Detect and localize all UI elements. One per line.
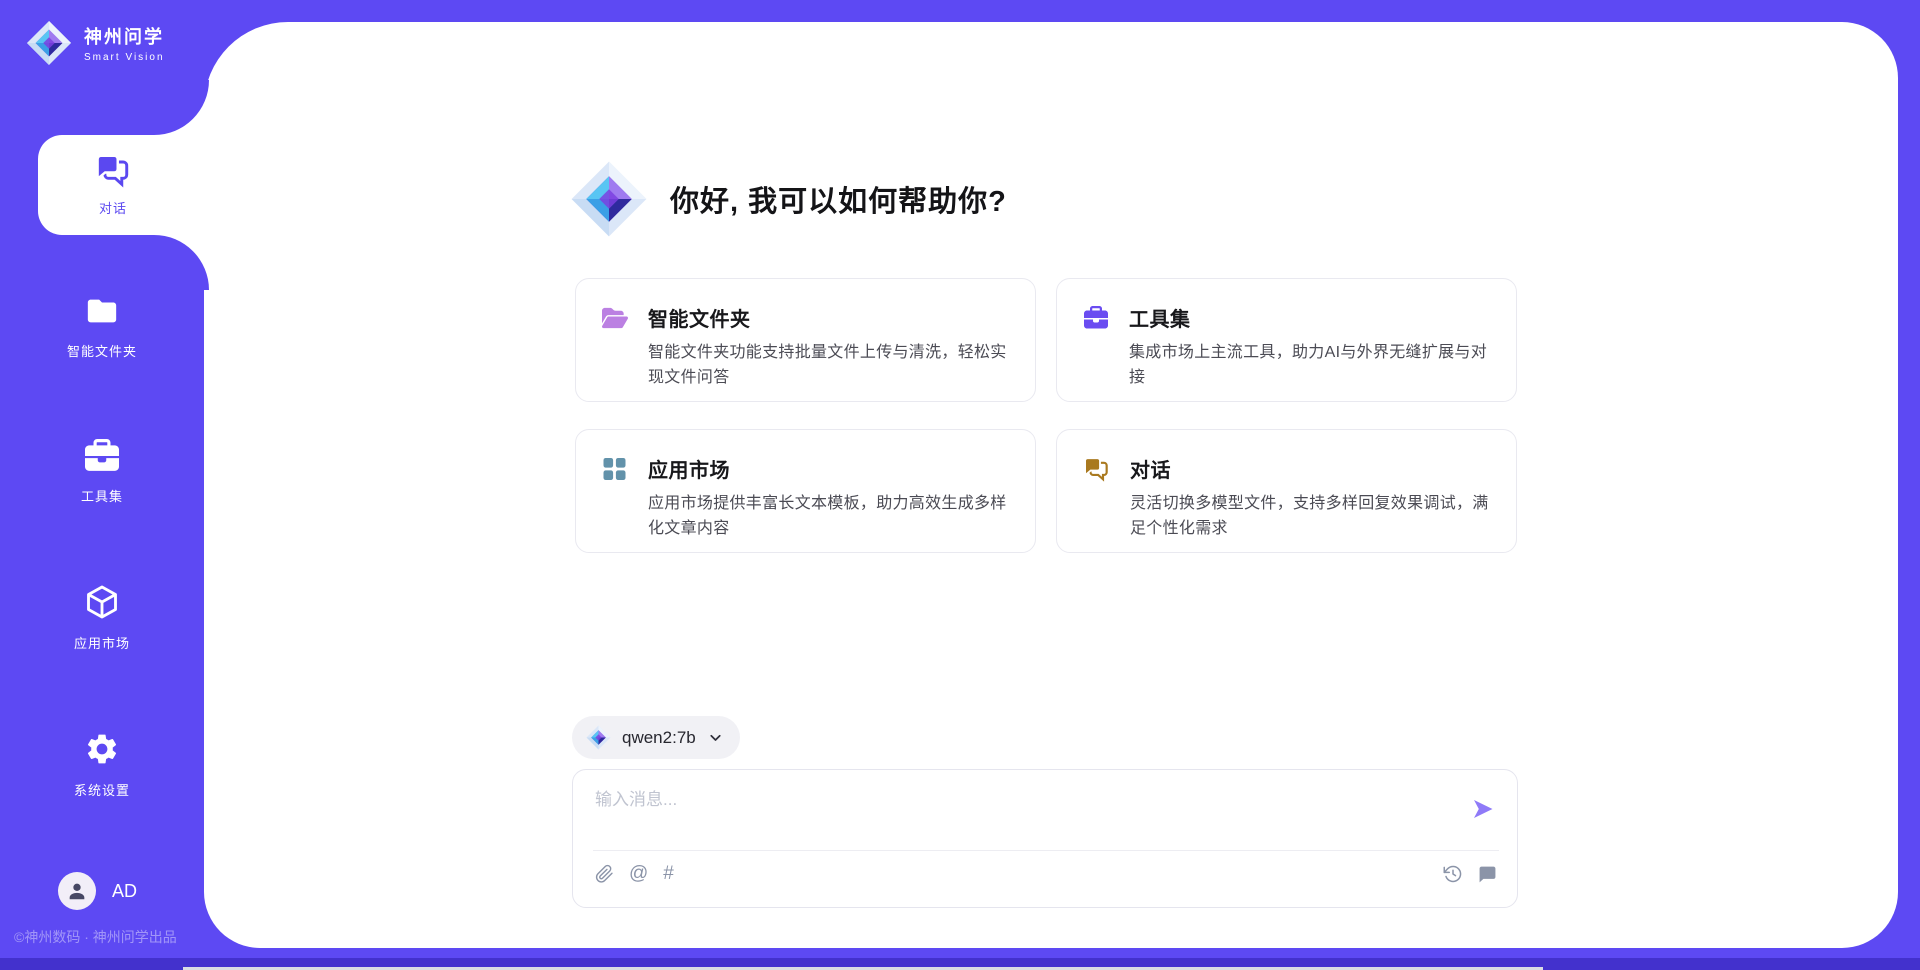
card-title: 应用市场 [648,454,1009,483]
card-chat[interactable]: 对话 灵活切换多模型文件，支持多样回复效果调试，满足个性化需求 [1056,429,1517,553]
chat-bubbles-icon [1083,457,1110,528]
logo-diamond-icon [586,725,611,750]
sidebar-item-settings[interactable]: 系统设置 [0,731,204,799]
folder-open-icon [602,306,628,377]
card-description: 集成市场上主流工具，助力AI与外界无缝扩展与对接 [1129,341,1490,391]
sidebar-item-app-market[interactable]: 应用市场 [0,584,204,652]
chevron-down-icon [707,729,724,746]
briefcase-icon [1083,306,1109,377]
card-title: 对话 [1130,454,1490,483]
toolbox-icon [84,439,120,473]
card-title: 智能文件夹 [648,303,1009,332]
attach-icon[interactable] [595,864,614,884]
brand-logo: 神州问学 Smart Vision [26,20,165,66]
sidebar-item-chat[interactable]: 对话 [28,135,198,235]
user-initials: AD [112,881,137,902]
brand-name: 神州问学 [84,23,165,49]
chat-bubbles-icon [95,154,131,188]
sidebar-item-label: 智能文件夹 [67,341,137,360]
avatar [58,872,96,910]
sidebar-item-label: 对话 [99,198,127,217]
card-smart-folder[interactable]: 智能文件夹 智能文件夹功能支持批量文件上传与清洗，轻松实现文件问答 [575,278,1036,402]
copyright-footer: ©神州数码 · 神州问学出品 [14,927,177,947]
card-toolset[interactable]: 工具集 集成市场上主流工具，助力AI与外界无缝扩展与对接 [1056,278,1517,402]
sidebar-item-label: 应用市场 [74,633,130,652]
composer-divider [593,850,1499,851]
card-description: 灵活切换多模型文件，支持多样回复效果调试，满足个性化需求 [1130,492,1490,542]
sidebar-item-smart-folder[interactable]: 智能文件夹 [0,294,204,360]
model-name: qwen2:7b [622,728,696,748]
gear-icon [83,731,121,767]
sidebar-item-label: 系统设置 [74,780,130,799]
person-icon [66,880,88,902]
card-title: 工具集 [1129,303,1490,332]
send-icon[interactable] [1471,797,1495,821]
greeting-block: 你好, 我可以如何帮助你? [570,160,1007,238]
brand-subtitle: Smart Vision [84,52,165,63]
message-input[interactable] [595,785,1455,843]
sidebar-item-toolset[interactable]: 工具集 [0,439,204,505]
folder-icon [84,294,120,328]
sidebar-item-label: 工具集 [81,486,123,505]
model-selector[interactable]: qwen2:7b [572,716,740,759]
greeting-heading: 你好, 我可以如何帮助你? [670,178,1007,220]
message-composer: @ # [572,769,1518,908]
topic-icon[interactable]: # [663,863,674,885]
composer-toolbar: @ # [595,863,1497,885]
card-description: 智能文件夹功能支持批量文件上传与清洗，轻松实现文件问答 [648,341,1009,391]
user-account[interactable]: AD [58,872,137,910]
grid-icon [602,457,628,528]
feedback-bubble-icon[interactable] [1478,865,1497,884]
app-window: 神州问学 Smart Vision 对话 智能文件夹 工具集 应用市场 系统设置 [0,0,1920,970]
card-app-market[interactable]: 应用市场 应用市场提供丰富长文本模板，助力高效生成多样化文章内容 [575,429,1036,553]
logo-diamond-icon [26,20,72,66]
logo-diamond-icon [570,160,648,238]
card-description: 应用市场提供丰富长文本模板，助力高效生成多样化文章内容 [648,492,1009,542]
feature-cards: 智能文件夹 智能文件夹功能支持批量文件上传与清洗，轻松实现文件问答 工具集 集成… [575,278,1517,553]
cube-icon [83,584,121,620]
history-icon[interactable] [1443,864,1463,884]
mention-icon[interactable]: @ [629,863,648,885]
